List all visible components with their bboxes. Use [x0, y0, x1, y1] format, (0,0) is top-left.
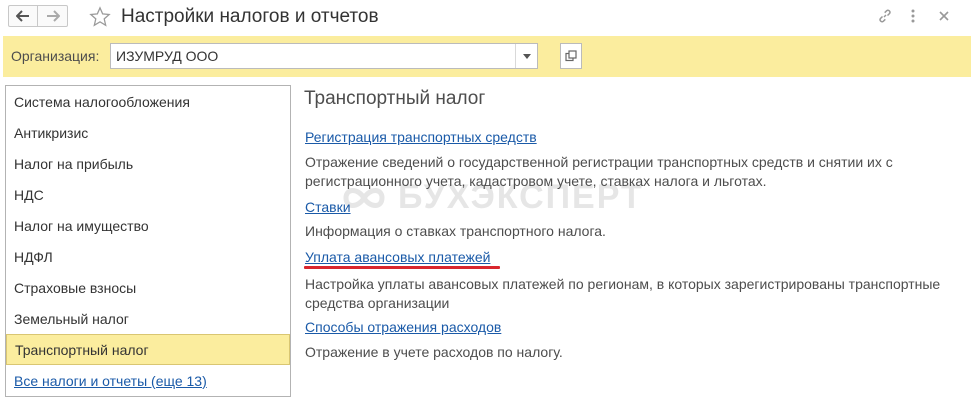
- arrow-right-icon: [46, 10, 60, 22]
- arrow-left-icon: [16, 10, 29, 22]
- sidebar-item-ndfl[interactable]: НДФЛ: [6, 241, 290, 272]
- back-button[interactable]: [8, 5, 38, 27]
- sidebar-all-taxes-link[interactable]: Все налоги и отчеты (еще 13): [6, 365, 290, 396]
- organization-open-button[interactable]: [560, 43, 582, 69]
- forward-button[interactable]: [38, 5, 68, 27]
- sidebar-item-property-tax[interactable]: Налог на имущество: [6, 210, 290, 241]
- sidebar-item-profit-tax[interactable]: Налог на прибыль: [6, 148, 290, 179]
- link-advance-payments[interactable]: Уплата авансовых платежей: [305, 249, 490, 265]
- sidebar-item-vat[interactable]: НДС: [6, 179, 290, 210]
- organization-label: Организация:: [11, 48, 100, 64]
- link-icon[interactable]: [876, 7, 894, 25]
- desc-rates: Информация о ставках транспортного налог…: [305, 223, 606, 239]
- organization-value: ИЗУМРУД ООО: [116, 48, 219, 64]
- sidebar-item-land-tax[interactable]: Земельный налог: [6, 303, 290, 334]
- open-form-icon: [565, 50, 577, 62]
- window-title: Настройки налогов и отчетов: [121, 6, 379, 27]
- link-vehicle-registration[interactable]: Регистрация транспортных средств: [305, 129, 537, 145]
- more-vertical-icon[interactable]: [904, 7, 922, 25]
- all-taxes-link-text[interactable]: Все налоги и отчеты (еще 13): [14, 373, 207, 389]
- star-outline-icon[interactable]: [89, 6, 111, 28]
- sidebar-item-transport-tax[interactable]: Транспортный налог: [6, 334, 290, 365]
- desc-expense-methods: Отражение в учете расходов по налогу.: [305, 344, 563, 360]
- window-titlebar: Настройки налогов и отчетов: [0, 0, 971, 34]
- sidebar-item-tax-system[interactable]: Система налогообложения: [6, 86, 290, 117]
- link-rates[interactable]: Ставки: [305, 199, 351, 215]
- desc-advance-payments: Настройка уплаты авансовых платежей по р…: [305, 276, 941, 311]
- chevron-down-icon: [522, 53, 531, 59]
- desc-vehicle-registration: Отражение сведений о государственной рег…: [305, 154, 893, 189]
- link-expense-methods[interactable]: Способы отражения расходов: [305, 319, 501, 335]
- sidebar-item-insurance[interactable]: Страховые взносы: [6, 272, 290, 303]
- close-icon[interactable]: [935, 7, 953, 25]
- organization-field[interactable]: ИЗУМРУД ООО: [110, 43, 538, 69]
- organization-bar: Организация: ИЗУМРУД ООО: [3, 36, 971, 77]
- highlight-underline: [304, 266, 500, 269]
- organization-dropdown-button[interactable]: [515, 44, 537, 68]
- settings-sidebar: Система налогообложения Антикризис Налог…: [5, 85, 291, 397]
- page-title: Транспортный налог: [304, 88, 486, 109]
- sidebar-item-anticrisis[interactable]: Антикризис: [6, 117, 290, 148]
